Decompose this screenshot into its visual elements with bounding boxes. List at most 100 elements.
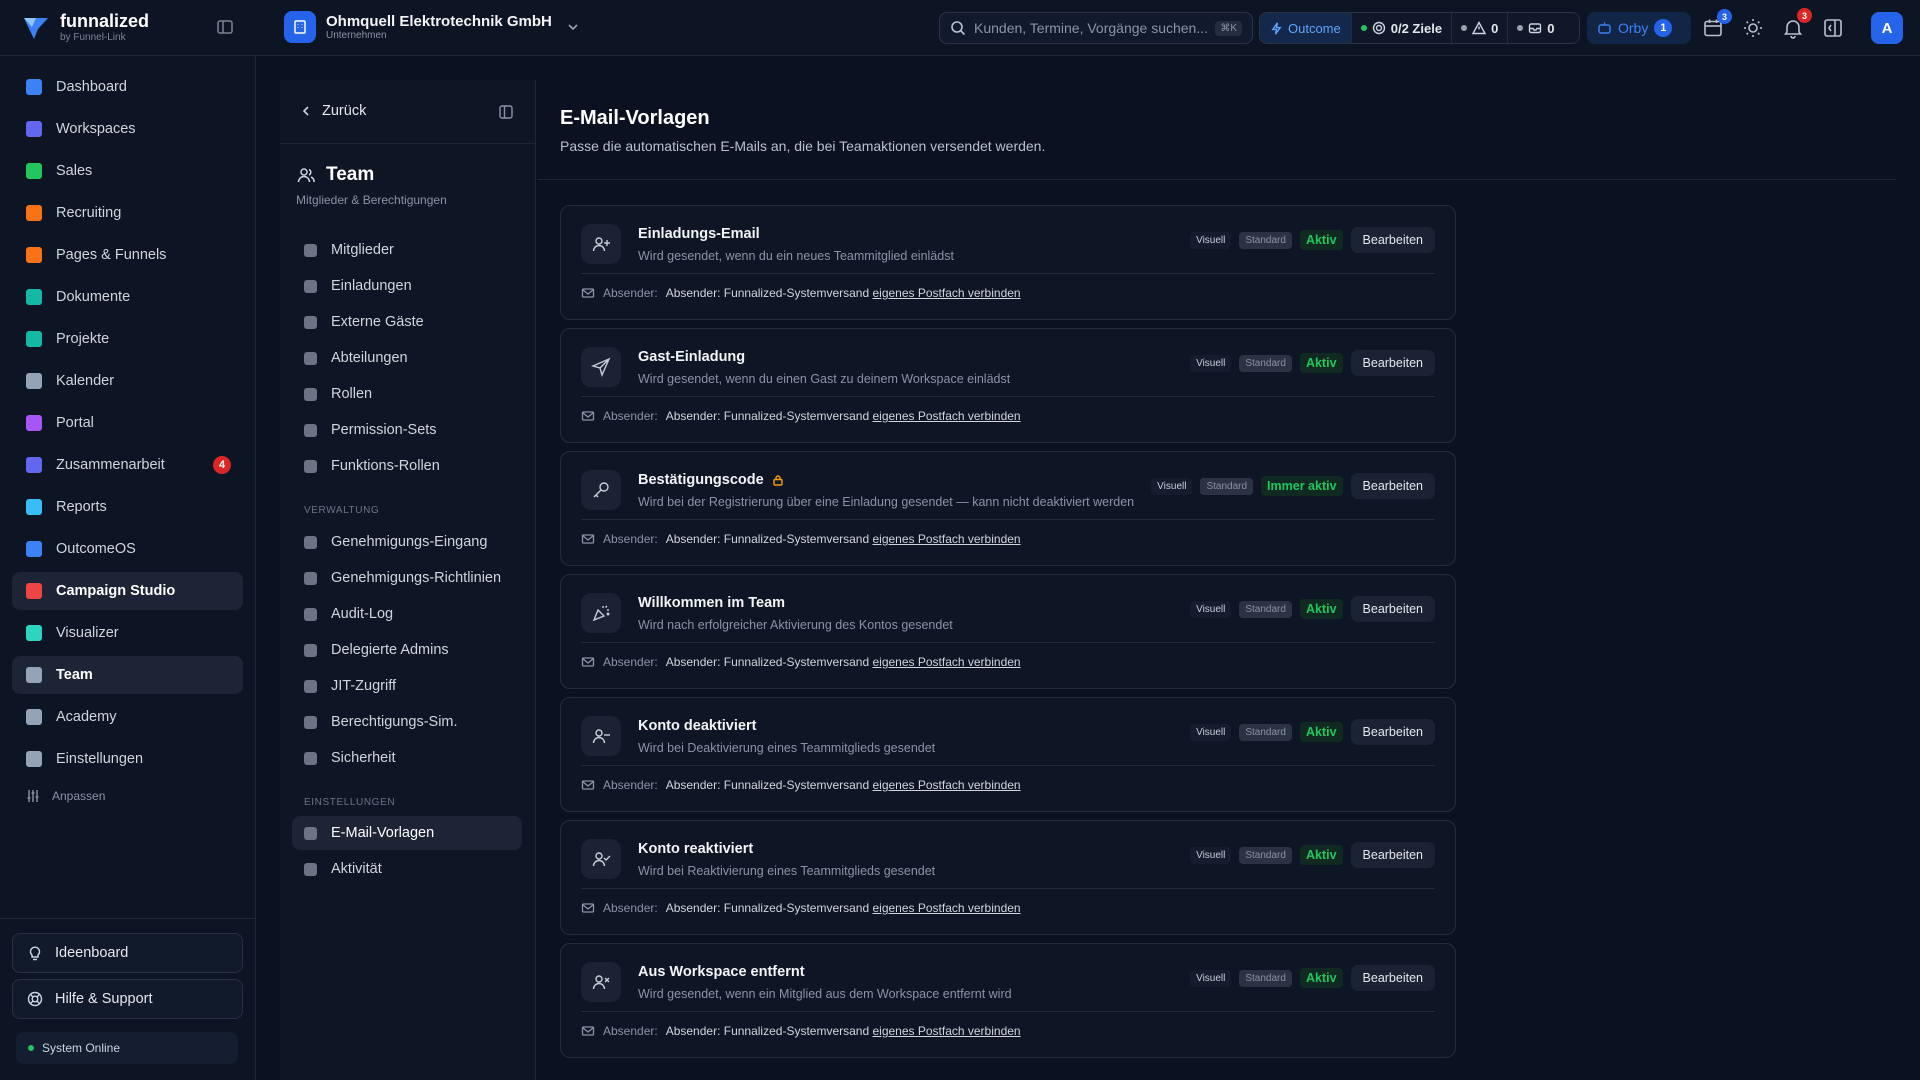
status-dot-icon: [1461, 25, 1468, 31]
back-button[interactable]: Zurück: [300, 103, 366, 119]
subnav-item-aktivit-t[interactable]: Aktivität: [292, 852, 522, 886]
subnav-item-abteilungen[interactable]: Abteilungen: [292, 341, 522, 375]
goals-status[interactable]: 0/2 Ziele: [1350, 13, 1451, 43]
subnav-item-funktions-rollen[interactable]: Funktions-Rollen: [292, 449, 522, 483]
subnav-item-icon: [304, 715, 317, 729]
user-avatar[interactable]: A: [1871, 12, 1903, 44]
subnav-item-icon: [304, 571, 317, 585]
sender-label: Absender:: [603, 901, 658, 915]
subnav-item-rollen[interactable]: Rollen: [292, 377, 522, 411]
team-title: Team: [326, 164, 375, 185]
edit-button[interactable]: Bearbeiten: [1350, 473, 1435, 499]
sidebar-item-team[interactable]: Team: [12, 656, 243, 694]
visual-tag: Visuell: [1190, 600, 1232, 618]
subnav-item-einladungen[interactable]: Einladungen: [292, 269, 522, 303]
brand-logo[interactable]: funnalized by Funnel-Link: [22, 12, 149, 43]
template-title-row: Konto reaktiviert: [638, 841, 753, 857]
email-template-card: Aus Workspace entfernt Wird gesendet, we…: [560, 943, 1456, 1058]
edit-button[interactable]: Bearbeiten: [1350, 965, 1435, 991]
mail-icon: [581, 903, 595, 913]
template-sender-row: Absender: Absender: Funnalized-Systemver…: [581, 655, 1021, 669]
sidebar-item-kalender[interactable]: Kalender: [12, 362, 243, 400]
sidebar-item-academy[interactable]: Academy: [12, 698, 243, 736]
edit-button[interactable]: Bearbeiten: [1350, 350, 1435, 376]
sidebar-item-visualizer[interactable]: Visualizer: [12, 614, 243, 652]
connect-mailbox-link[interactable]: eigenes Postfach verbinden: [872, 532, 1020, 546]
subnav-item-sicherheit[interactable]: Sicherheit: [292, 741, 522, 775]
connect-mailbox-link[interactable]: eigenes Postfach verbinden: [872, 409, 1020, 423]
subnav-item-permission-sets[interactable]: Permission-Sets: [292, 413, 522, 447]
warnings-status[interactable]: 0: [1451, 13, 1507, 43]
subnav-item-genehmigungs-eingang[interactable]: Genehmigungs-Eingang: [292, 525, 522, 559]
sidebar-item-projekte[interactable]: Projekte: [12, 320, 243, 358]
subnav-item-externe-g-ste[interactable]: Externe Gäste: [292, 305, 522, 339]
template-sender-row: Absender: Absender: Funnalized-Systemver…: [581, 1024, 1021, 1038]
edit-button[interactable]: Bearbeiten: [1350, 227, 1435, 253]
subnav-item-icon: [304, 315, 317, 329]
template-title-row: Konto deaktiviert: [638, 718, 756, 734]
edit-button[interactable]: Bearbeiten: [1350, 719, 1435, 745]
search-placeholder: Kunden, Termine, Vorgänge suchen...: [974, 20, 1208, 36]
sender-value: Absender: Funnalized-Systemversand: [665, 286, 870, 300]
subnav-item-audit-log[interactable]: Audit-Log: [292, 597, 522, 631]
sidebar-item-workspaces[interactable]: Workspaces: [12, 110, 243, 148]
messages-status[interactable]: 0: [1507, 13, 1563, 43]
sub-sidebar-divider: [280, 143, 536, 144]
company-name: Ohmquell Elektrotechnik GmbH: [326, 12, 552, 30]
subnav-item-label: Abteilungen: [331, 350, 408, 366]
connect-mailbox-link[interactable]: eigenes Postfach verbinden: [872, 655, 1020, 669]
connect-mailbox-link[interactable]: eigenes Postfach verbinden: [872, 901, 1020, 915]
connect-mailbox-link[interactable]: eigenes Postfach verbinden: [872, 1024, 1020, 1038]
sidebar-divider: [0, 918, 256, 919]
panel-toggle-icon[interactable]: [1822, 17, 1844, 39]
edit-button[interactable]: Bearbeiten: [1350, 596, 1435, 622]
sidebar-item-campaign-studio[interactable]: Campaign Studio: [12, 572, 243, 610]
sidebar-item-dokumente[interactable]: Dokumente: [12, 278, 243, 316]
academy-icon: [26, 709, 42, 725]
card-divider: [581, 519, 1435, 520]
subnav-item-mitglieder[interactable]: Mitglieder: [292, 233, 522, 267]
outcome-button[interactable]: Outcome: [1260, 13, 1351, 43]
global-search-input[interactable]: Kunden, Termine, Vorgänge suchen... ⌘K: [939, 12, 1253, 44]
subnav-item-icon: [304, 243, 317, 257]
target-icon: [1372, 21, 1385, 35]
sliders-icon: [27, 790, 39, 802]
sidebar-item-sales[interactable]: Sales: [12, 152, 243, 190]
customize-sidebar-button[interactable]: Anpassen: [26, 789, 105, 803]
sidebar-item-portal[interactable]: Portal: [12, 404, 243, 442]
orby-count-badge: 1: [1654, 19, 1673, 37]
sidebar-item-dashboard[interactable]: Dashboard: [12, 68, 243, 106]
company-switcher[interactable]: Ohmquell Elektrotechnik GmbH Unternehmen: [284, 11, 580, 43]
sub-sidebar-collapse-icon[interactable]: [498, 104, 514, 120]
sidebar-item-einstellungen[interactable]: Einstellungen: [12, 740, 243, 778]
subnav-item-genehmigungs-richtlinien[interactable]: Genehmigungs-Richtlinien: [292, 561, 522, 595]
calendar-badge: 3: [1717, 9, 1732, 24]
sidebar-collapse-icon[interactable]: [216, 18, 234, 36]
subnav-item-berechtigungs-sim-[interactable]: Berechtigungs-Sim.: [292, 705, 522, 739]
sender-label: Absender:: [603, 1024, 658, 1038]
subnav-item-e-mail-vorlagen[interactable]: E-Mail-Vorlagen: [292, 816, 522, 850]
sidebar-item-recruiting[interactable]: Recruiting: [12, 194, 243, 232]
subnav-item-delegierte-admins[interactable]: Delegierte Admins: [292, 633, 522, 667]
send-icon: [581, 347, 621, 387]
connect-mailbox-link[interactable]: eigenes Postfach verbinden: [872, 778, 1020, 792]
page-title: E-Mail-Vorlagen: [560, 107, 710, 129]
orby-assistant-button[interactable]: Orby 1: [1587, 12, 1691, 44]
lightbulb-icon: [29, 946, 41, 961]
template-title-row: Willkommen im Team: [638, 595, 785, 611]
template-description: Wird bei Deaktivierung eines Teammitglie…: [638, 741, 936, 755]
sidebar-item-zusammenarbeit[interactable]: Zusammenarbeit 4: [12, 446, 243, 484]
sidebar-item-outcomeos[interactable]: OutcomeOS: [12, 530, 243, 568]
connect-mailbox-link[interactable]: eigenes Postfach verbinden: [872, 286, 1020, 300]
status-badge: Aktiv: [1299, 968, 1343, 988]
dashboard-icon: [26, 79, 42, 95]
sidebar-item-pages-funnels[interactable]: Pages & Funnels: [12, 236, 243, 274]
help-support-button[interactable]: Hilfe & Support: [12, 979, 243, 1019]
subnav-item-jit-zugriff[interactable]: JIT-Zugriff: [292, 669, 522, 703]
edit-button[interactable]: Bearbeiten: [1350, 842, 1435, 868]
sender-value: Absender: Funnalized-Systemversand: [665, 655, 870, 669]
sidebar-item-reports[interactable]: Reports: [12, 488, 243, 526]
theme-toggle-sun-icon[interactable]: [1742, 17, 1764, 39]
ideaboard-button[interactable]: Ideenboard: [12, 933, 243, 973]
customize-label: Anpassen: [52, 789, 106, 803]
